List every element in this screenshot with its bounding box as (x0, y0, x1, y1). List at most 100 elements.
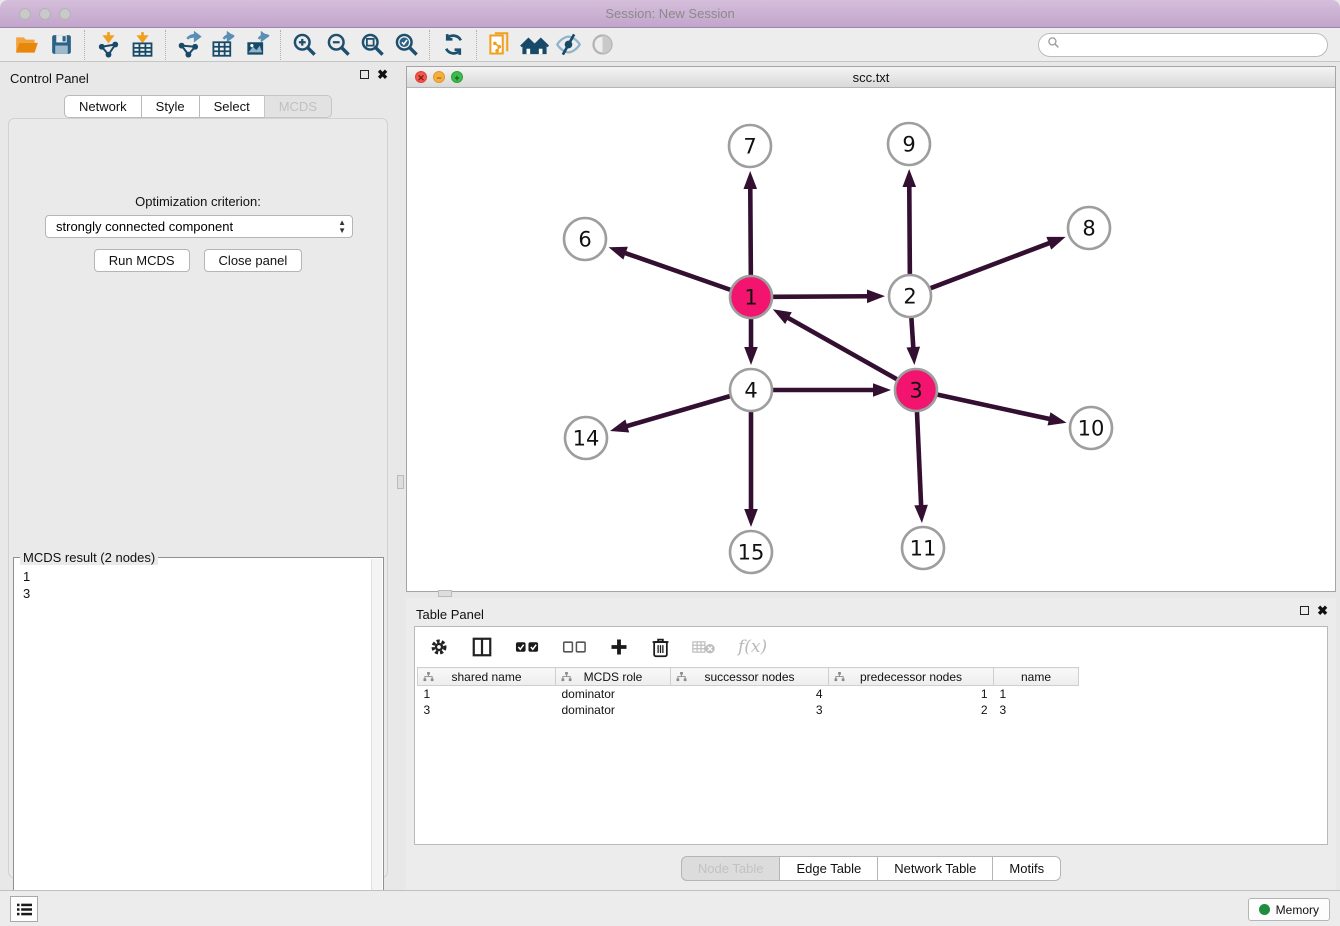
float-panel-icon[interactable] (360, 70, 369, 79)
add-column-icon[interactable] (609, 637, 629, 657)
close-panel-icon[interactable]: ✖ (377, 70, 388, 79)
table-panel: Table Panel ✖ (406, 598, 1336, 890)
dropdown-stepper-icon: ▲▼ (338, 219, 346, 235)
search-input[interactable] (1064, 38, 1327, 52)
task-history-button[interactable] (10, 896, 38, 922)
split-divider-vertical[interactable] (396, 62, 406, 890)
tab-select[interactable]: Select (199, 95, 264, 118)
graph-edge[interactable] (624, 253, 731, 290)
show-all-icon[interactable] (585, 30, 619, 60)
open-folder-icon[interactable] (10, 30, 44, 60)
window-titlebar: Session: New Session (0, 0, 1340, 28)
graph-edge[interactable] (909, 185, 910, 274)
tab-motifs[interactable]: Motifs (992, 856, 1061, 881)
graph-edge-arrowhead (906, 347, 920, 365)
refresh-icon[interactable] (436, 30, 470, 60)
graph-edge-arrowhead (773, 309, 792, 324)
graph-edge-arrowhead (867, 289, 885, 303)
column-header-name[interactable]: name (994, 668, 1079, 686)
hide-selected-icon[interactable] (551, 30, 585, 60)
zoom-out-icon[interactable] (321, 30, 355, 60)
memory-button[interactable]: Memory (1248, 898, 1330, 921)
result-scrollbar[interactable] (371, 559, 382, 926)
tab-network-table[interactable]: Network Table (877, 856, 992, 881)
delete-column-icon[interactable] (651, 637, 670, 658)
table-content: f(x) shared nameMCDS rolesuccessor nodes… (414, 626, 1328, 845)
graph-edge[interactable] (917, 412, 921, 507)
close-panel-button[interactable]: Close panel (204, 249, 303, 272)
table-row[interactable]: 3dominator323 (418, 702, 1079, 718)
zoom-in-icon[interactable] (287, 30, 321, 60)
graph-edge[interactable] (911, 318, 913, 349)
table-cell[interactable]: 1 (418, 686, 556, 702)
criterion-value: strongly connected component (56, 219, 233, 234)
table-cell[interactable]: 3 (994, 702, 1079, 718)
tab-network[interactable]: Network (64, 95, 141, 118)
table-cell[interactable]: dominator (556, 702, 671, 718)
graph-edge[interactable] (750, 187, 751, 275)
zoom-selected-icon[interactable] (389, 30, 423, 60)
graph-edge-arrowhead (873, 383, 891, 397)
graph-edge[interactable] (625, 396, 730, 426)
graph-node-label: 6 (578, 228, 591, 252)
clone-network-icon[interactable] (483, 30, 517, 60)
delete-table-icon[interactable] (692, 639, 716, 655)
import-network-icon[interactable] (91, 30, 125, 60)
graph-node-label: 1 (744, 286, 757, 310)
tab-style[interactable]: Style (141, 95, 199, 118)
node-table[interactable]: shared nameMCDS rolesuccessor nodesprede… (417, 667, 1079, 718)
function-builder-icon[interactable]: f(x) (738, 637, 767, 657)
graph-edge[interactable] (787, 317, 897, 379)
graph-edge[interactable] (931, 243, 1051, 289)
column-header-shared-name[interactable]: shared name (418, 668, 556, 686)
settings-gear-icon[interactable] (429, 637, 449, 657)
export-image-icon[interactable] (240, 30, 274, 60)
import-table-icon[interactable] (125, 30, 159, 60)
graph-edge[interactable] (773, 296, 869, 297)
deselect-all-columns-icon[interactable] (562, 640, 587, 654)
criterion-dropdown[interactable]: strongly connected component ▲▼ (45, 215, 353, 238)
table-cell[interactable]: 3 (671, 702, 829, 718)
graph-node-label: 2 (903, 285, 916, 309)
mcds-result-item: 1 (23, 568, 370, 585)
table-cell[interactable]: dominator (556, 686, 671, 702)
export-table-icon[interactable] (206, 30, 240, 60)
select-all-columns-icon[interactable] (515, 640, 540, 654)
network-window-titlebar[interactable]: ✕ − + scc.txt (407, 67, 1335, 88)
table-cell[interactable]: 3 (418, 702, 556, 718)
close-table-panel-icon[interactable]: ✖ (1317, 606, 1328, 615)
graph-node-label: 9 (902, 133, 915, 157)
column-header-successor-nodes[interactable]: successor nodes (671, 668, 829, 686)
graph-node-label: 10 (1078, 417, 1105, 441)
graph-edge-arrowhead (743, 171, 757, 189)
tab-edge-table[interactable]: Edge Table (779, 856, 877, 881)
table-cell[interactable]: 1 (994, 686, 1079, 702)
export-network-icon[interactable] (172, 30, 206, 60)
table-cell[interactable]: 4 (671, 686, 829, 702)
first-neighbors-icon[interactable] (517, 30, 551, 60)
network-canvas[interactable]: 7968124314101511 (407, 88, 1335, 591)
table-cell[interactable]: 2 (829, 702, 994, 718)
split-divider-horizontal-grip[interactable] (438, 590, 452, 597)
optimization-criterion-label: Optimization criterion: (9, 194, 387, 209)
table-tabs: Node Table Edge Table Network Table Moti… (406, 856, 1336, 881)
network-graph[interactable]: 7968124314101511 (407, 88, 1335, 591)
graph-edge[interactable] (937, 395, 1050, 420)
mcds-result-list[interactable]: 13 (15, 566, 370, 926)
column-header-MCDS-role[interactable]: MCDS role (556, 668, 671, 686)
table-cell[interactable]: 1 (829, 686, 994, 702)
column-header-predecessor-nodes[interactable]: predecessor nodes (829, 668, 994, 686)
table-row[interactable]: 1dominator411 (418, 686, 1079, 702)
tab-mcds[interactable]: MCDS (264, 95, 332, 118)
zoom-fit-icon[interactable] (355, 30, 389, 60)
graph-node-label: 3 (909, 379, 922, 403)
save-icon[interactable] (44, 30, 78, 60)
status-bar: Memory (0, 890, 1340, 926)
float-table-panel-icon[interactable] (1300, 606, 1309, 615)
network-view-window: ✕ − + scc.txt 7968124314101511 (406, 66, 1336, 592)
run-mcds-button[interactable]: Run MCDS (94, 249, 190, 272)
split-pane-icon[interactable] (471, 636, 493, 658)
control-panel: Control Panel ✖ Network Style Select MCD… (0, 62, 396, 890)
search-field[interactable] (1038, 33, 1328, 57)
tab-node-table[interactable]: Node Table (681, 856, 780, 881)
